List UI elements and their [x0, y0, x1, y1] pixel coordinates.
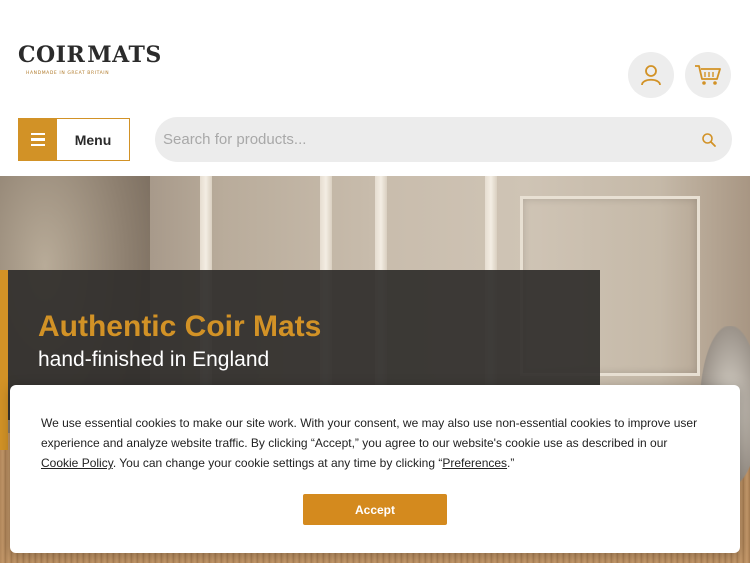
cookie-policy-link[interactable]: Cookie Policy [41, 456, 113, 470]
cookie-text-1: We use essential cookies to make our sit… [41, 416, 698, 450]
hero-subtitle: hand-finished in England [38, 348, 270, 371]
account-button[interactable] [628, 52, 674, 98]
logo-text-left: COIR [18, 42, 86, 68]
hamburger-icon [19, 119, 57, 160]
cookie-consent-dialog: We use essential cookies to make our sit… [10, 385, 740, 553]
cart-button[interactable] [685, 52, 731, 98]
cookie-preferences-link[interactable]: Preferences [442, 456, 507, 470]
user-icon [641, 65, 661, 86]
site-logo[interactable]: COIR MATS HANDMADE IN GREAT BRITAIN [18, 42, 161, 82]
accept-cookies-button[interactable]: Accept [303, 494, 447, 525]
logo-wordmark: COIR MATS [18, 42, 161, 68]
logo-text-right: MATS [87, 42, 162, 68]
logo-tagline: HANDMADE IN GREAT BRITAIN [26, 71, 110, 76]
hero-accent-bar [0, 270, 8, 450]
page: COIR MATS HANDMADE IN GREAT BRITAIN Menu… [0, 0, 750, 563]
cookie-message: We use essential cookies to make our sit… [41, 413, 701, 473]
basket-icon [695, 65, 721, 85]
search-icon[interactable] [700, 131, 718, 149]
cookie-text-3: .” [507, 456, 515, 470]
menu-label: Menu [74, 131, 112, 148]
search-input[interactable] [163, 131, 700, 148]
hero-title: Authentic Coir Mats [38, 310, 322, 343]
menu-button[interactable]: Menu [18, 118, 130, 161]
search-bar [155, 117, 732, 162]
cookie-text-2: . You can change your cookie settings at… [112, 456, 443, 470]
